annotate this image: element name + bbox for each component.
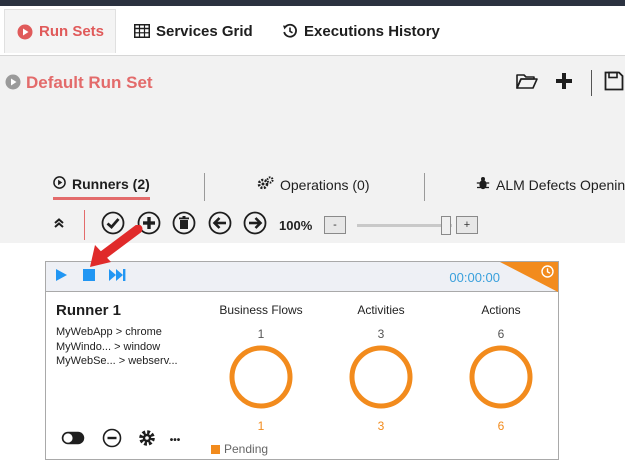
collapse-all-button[interactable]	[46, 212, 72, 238]
red-pointer-arrow-icon	[90, 225, 143, 267]
tab-label: Run Sets	[39, 23, 105, 40]
arrow-left-circle-icon	[208, 211, 232, 240]
gears-icon	[257, 176, 274, 193]
play-circle-icon	[5, 74, 21, 95]
subtab-separator	[204, 173, 205, 201]
runner-card[interactable]: 00:00:00 Runner 1 MyWebApp > chrome MyWi…	[45, 261, 559, 460]
minus-circle-icon	[102, 428, 122, 453]
tab-alm-defects[interactable]: ALM Defects Openin	[476, 176, 625, 193]
toggle-icon	[61, 431, 85, 450]
metric-total-business-flows: 1	[257, 327, 265, 341]
runner-name: Runner 1	[56, 302, 122, 319]
subtab-label: Runners (2)	[72, 176, 150, 192]
main-tab-bar: Run Sets Services Grid Executions Histor…	[0, 6, 625, 56]
tab-executions-history[interactable]: Executions History	[281, 9, 440, 53]
move-left-button[interactable]	[207, 211, 233, 240]
play-circle-icon	[16, 23, 33, 40]
history-icon	[281, 23, 298, 40]
metric-title-business-flows: Business Flows	[219, 303, 303, 317]
target-app-line: MyWebSe... > webserv...	[56, 355, 178, 367]
subtab-label: ALM Defects Openin	[496, 176, 625, 193]
activities-ring	[349, 345, 413, 409]
subtab-separator	[424, 173, 425, 201]
plus-icon	[555, 72, 573, 95]
remove-runner-button[interactable]	[101, 428, 123, 453]
tab-run-sets[interactable]: Run Sets	[4, 9, 116, 53]
business-flows-ring	[229, 345, 293, 409]
move-right-button[interactable]	[242, 211, 268, 240]
metric-title-actions: Actions	[481, 303, 521, 317]
add-runset-button[interactable]	[551, 70, 577, 96]
folder-open-icon	[516, 72, 538, 95]
play-circle-icon	[53, 176, 66, 192]
play-icon	[54, 268, 68, 287]
metric-count-business-flows: 1	[257, 419, 265, 433]
zoom-slider-thumb[interactable]	[441, 216, 451, 235]
tab-services-grid[interactable]: Services Grid	[133, 9, 253, 53]
zoom-out-button[interactable]: -	[324, 216, 346, 234]
zoom-in-button[interactable]: +	[456, 216, 478, 234]
delete-runner-button[interactable]	[171, 211, 197, 240]
runner-config-button[interactable]	[136, 429, 158, 452]
runset-subtabs: Runners (2) Operations (0) ALM Defects O…	[0, 170, 625, 202]
pending-swatch	[211, 444, 220, 454]
tab-runners[interactable]: Runners (2)	[53, 176, 150, 200]
metric-total-activities: 3	[377, 327, 385, 341]
bug-icon	[476, 176, 490, 193]
runner-active-toggle[interactable]	[60, 430, 86, 450]
runset-header: Default Run Set	[0, 56, 625, 166]
gear-icon	[138, 429, 156, 452]
status-legend: Pending	[211, 442, 268, 456]
clock-icon	[541, 265, 554, 283]
arrow-right-circle-icon	[243, 211, 267, 240]
target-app-line: MyWindo... > window	[56, 341, 161, 353]
trash-icon	[172, 211, 196, 240]
double-chevron-up-icon	[53, 216, 65, 234]
toolbar-separator	[591, 70, 592, 96]
target-app-line: MyWebApp > chrome	[56, 326, 162, 338]
metric-count-activities: 3	[377, 419, 385, 433]
save-icon	[604, 71, 624, 96]
runset-title: Default Run Set	[26, 73, 153, 92]
metric-total-actions: 6	[497, 327, 505, 341]
tab-operations[interactable]: Operations (0)	[257, 176, 369, 193]
subtab-label: Operations (0)	[280, 176, 370, 193]
tab-label: Services Grid	[156, 22, 253, 40]
grid-icon	[133, 23, 150, 40]
runner-timer: 00:00:00	[449, 270, 500, 285]
runner-more-button[interactable]: •••	[164, 430, 186, 450]
actions-ring	[469, 345, 533, 409]
metric-count-actions: 6	[497, 419, 505, 433]
save-runset-button[interactable]	[604, 70, 625, 96]
legend-label: Pending	[224, 442, 269, 456]
zoom-level-label: 100%	[279, 218, 313, 233]
open-runset-button[interactable]	[514, 70, 540, 96]
metric-title-activities: Activities	[357, 303, 405, 317]
run-runner-button[interactable]	[52, 268, 70, 286]
zoom-slider-track[interactable]	[357, 224, 452, 227]
tab-label: Executions History	[304, 22, 440, 40]
